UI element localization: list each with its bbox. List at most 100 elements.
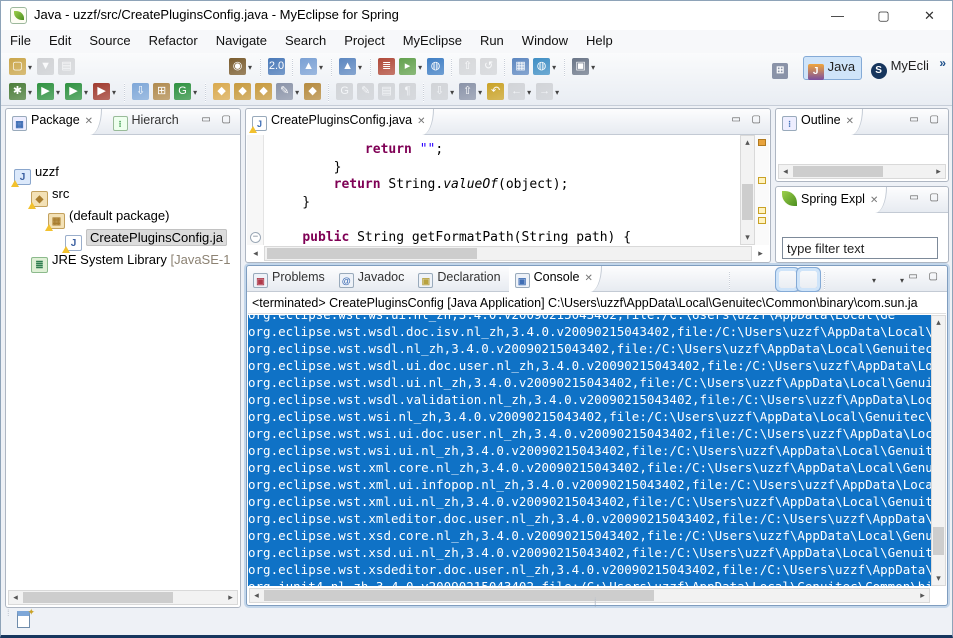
menu-help[interactable]: Help <box>577 30 622 51</box>
sql-editor-dropdown[interactable]: ▾ <box>295 88 299 97</box>
web-service-dropdown[interactable]: ▾ <box>552 63 556 72</box>
close-button[interactable]: ✕ <box>907 1 952 30</box>
maximize-button[interactable]: ▢ <box>861 1 906 30</box>
tab-javadoc[interactable]: @ Javadoc <box>333 266 413 292</box>
console-minmax-buttons[interactable]: ▭ ▢ <box>908 271 942 282</box>
perspective-myeclipse[interactable]: S MyEcli <box>867 56 935 80</box>
display-console-icon[interactable]: ▢ <box>853 271 870 288</box>
remove-all-launches-icon[interactable]: ✕ <box>705 271 722 288</box>
new-web-project-icon[interactable]: ▲ <box>300 58 318 75</box>
profile-icon[interactable]: ▶ <box>93 83 111 100</box>
view-menu-icon[interactable]: ▽ <box>925 139 942 156</box>
last-edit-location-icon[interactable]: ↶ <box>487 83 505 100</box>
new-web-project-dropdown[interactable]: ▾ <box>319 63 323 72</box>
tab-hierarchy[interactable]: ⁝ Hierarch <box>107 109 187 135</box>
console-output[interactable]: org.eclipse.wst.ws.ui.nl_zh,3.4.0.v20090… <box>248 315 931 586</box>
sort-icon[interactable]: az <box>820 139 837 156</box>
profile-dropdown[interactable]: ▾ <box>112 88 116 97</box>
editor-hscrollbar[interactable]: ◂ ▸ <box>253 246 763 261</box>
tab-spring-explorer[interactable]: Spring Expl ✕ <box>776 187 888 213</box>
collapse-all-icon[interactable]: ⊟ <box>175 139 192 156</box>
tab-problems[interactable]: ▣ Problems <box>247 266 333 292</box>
open-console-icon[interactable]: ▣ <box>881 271 898 288</box>
link-with-editor-icon[interactable]: ⇄ <box>196 139 213 156</box>
menu-search[interactable]: Search <box>276 30 335 51</box>
web-service-icon[interactable]: ◍ <box>533 58 551 75</box>
display-console-dropdown[interactable]: ▾ <box>872 276 876 285</box>
debug-icon[interactable]: ✱ <box>9 83 26 100</box>
spring-minmax-buttons[interactable]: ▭ ▢ <box>909 192 943 203</box>
tab-outline[interactable]: ⁝ Outline ✕ <box>776 109 863 135</box>
web-browser-icon[interactable]: ◍ <box>427 58 445 75</box>
menu-edit[interactable]: Edit <box>40 30 80 51</box>
collapse-all-icon[interactable]: ⊟ <box>862 217 879 234</box>
open-report-folder-icon[interactable]: ◆ <box>213 83 231 100</box>
open-console-dropdown[interactable]: ▾ <box>900 276 904 285</box>
pin-console-icon[interactable]: ✚ <box>832 271 849 288</box>
server-log-icon[interactable]: ≣ <box>378 58 396 75</box>
menu-myeclipse[interactable]: MyEclipse <box>394 30 471 51</box>
editor-minmax-buttons[interactable]: ▭ ▢ <box>731 114 765 125</box>
package-up-dropdown[interactable]: ▾ <box>478 88 482 97</box>
tree-item-createpluginsconfig-ja[interactable]: J CreatePluginsConfig.ja <box>10 227 236 253</box>
menu-run[interactable]: Run <box>471 30 513 51</box>
new-wizard-icon[interactable]: ▢ <box>9 58 26 75</box>
menu-refactor[interactable]: Refactor <box>140 30 207 51</box>
menu-window[interactable]: Window <box>513 30 577 51</box>
new-db-browser-icon[interactable]: ◉ <box>229 58 247 75</box>
fold-collapse-icon[interactable]: − <box>250 231 261 243</box>
new-db-browser-dropdown[interactable]: ▾ <box>248 63 252 72</box>
perspective-overflow[interactable]: » <box>939 56 946 70</box>
view-menu-icon[interactable]: ▽ <box>217 139 234 156</box>
new-plugin-project-icon[interactable]: ⊞ <box>153 83 171 100</box>
run-dropdown[interactable]: ▾ <box>56 88 60 97</box>
tab-package-explorer[interactable]: ▦ Package ✕ <box>6 109 103 135</box>
sash-grip[interactable]: ⁞ ⁞ <box>594 597 597 609</box>
menu-source[interactable]: Source <box>80 30 139 51</box>
menu-navigate[interactable]: Navigate <box>207 30 276 51</box>
scroll-lock-icon[interactable]: ▣ <box>758 271 775 288</box>
tree-item-jre-system-library-[interactable]: ≣ JRE System Library [JavaSE-1 <box>10 249 236 273</box>
new-web-page-icon[interactable]: ▲ <box>339 58 357 75</box>
refresh-dropdown[interactable]: ▾ <box>193 88 197 97</box>
close-icon[interactable]: ✕ <box>584 273 592 284</box>
debug-dropdown[interactable]: ▾ <box>28 88 32 97</box>
tree-item-uzzf[interactable]: Juzzf <box>10 161 236 187</box>
hide-static-icon[interactable]: s <box>862 139 879 156</box>
tree-item-src[interactable]: ◆ src <box>10 183 236 209</box>
editor-vscrollbar[interactable]: ▴ ▾ <box>740 135 755 245</box>
refresh-icon[interactable]: G <box>174 83 192 100</box>
sql-editor-icon[interactable]: ✎ <box>276 83 294 100</box>
open-module-folder-icon[interactable]: ◆ <box>234 83 252 100</box>
new-wizard-dropdown[interactable]: ▾ <box>28 63 32 72</box>
run-history-dropdown[interactable]: ▾ <box>84 88 88 97</box>
tab-declaration[interactable]: ▣ Declaration <box>412 266 508 292</box>
close-icon[interactable]: ✕ <box>417 116 425 127</box>
web-2.0-icon[interactable]: 2.0 <box>268 58 286 75</box>
run-history-icon[interactable]: ▶ <box>65 83 83 100</box>
run-on-server-icon[interactable]: ▸ <box>399 58 417 75</box>
outline-minmax-buttons[interactable]: ▭ ▢ <box>909 114 943 125</box>
package-explorer-hscrollbar[interactable]: ◂ ▸ <box>8 590 238 605</box>
new-report-icon[interactable]: ▦ <box>512 58 530 75</box>
spring-filter-input[interactable] <box>782 237 938 259</box>
hide-fields-icon[interactable]: ◎ <box>841 139 858 156</box>
code-editor[interactable]: return ""; } return String.valueOf(objec… <box>247 135 739 245</box>
menu-project[interactable]: Project <box>335 30 393 51</box>
panel-minmax-buttons[interactable]: ▭ ▢ <box>201 114 235 125</box>
import-image-icon[interactable]: ⇩ <box>132 83 150 100</box>
menu-file[interactable]: File <box>1 30 40 51</box>
screenshot-icon[interactable]: ▣ <box>572 58 590 75</box>
tree-item--default-package-[interactable]: ▦ (default package) <box>10 205 236 231</box>
close-icon[interactable]: ✕ <box>870 195 878 206</box>
console-hscrollbar[interactable]: ◂ ▸ <box>249 588 930 603</box>
sort-icon[interactable]: az <box>904 217 921 234</box>
tab-editor-createpluginsconfig[interactable]: J CreatePluginsConfig.java ✕ <box>246 109 435 135</box>
forward-dropdown[interactable]: ▾ <box>555 88 559 97</box>
run-on-server-dropdown[interactable]: ▾ <box>418 63 422 72</box>
link-with-editor-icon[interactable]: ⇄ <box>883 217 900 234</box>
outline-hscrollbar[interactable]: ◂ ▸ <box>778 164 946 179</box>
package-up-icon[interactable]: ⇧ <box>459 83 477 100</box>
run-icon[interactable]: ▶ <box>37 83 55 100</box>
clear-console-icon[interactable]: ▤ <box>737 271 754 288</box>
